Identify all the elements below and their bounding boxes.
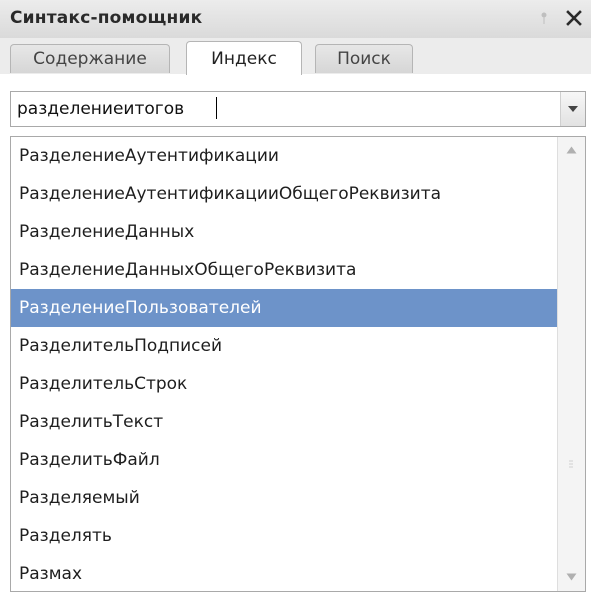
close-icon[interactable] [565, 9, 583, 27]
scroll-up-button[interactable] [558, 137, 585, 164]
list-item[interactable]: РазделениеДанных [11, 213, 558, 251]
tab-index[interactable]: Индекс [186, 41, 302, 75]
list-item[interactable]: РазделениеДанныхОбщегоРеквизита [11, 251, 558, 289]
list-item[interactable]: РазделениеАутентификации [11, 137, 558, 175]
pin-icon[interactable] [541, 10, 547, 24]
list-item[interactable]: Разделять [11, 517, 558, 555]
search-area [0, 74, 591, 134]
list-item[interactable]: РазделительПодписей [11, 327, 558, 365]
list-item[interactable]: РазделитьТекст [11, 403, 558, 441]
vertical-scrollbar[interactable] [557, 137, 585, 591]
list-item[interactable]: РазделительСтрок [11, 365, 558, 403]
index-list-items: РазделениеАутентификации РазделениеАутент… [11, 137, 558, 591]
index-list[interactable]: РазделениеАутентификации РазделениеАутент… [10, 136, 586, 592]
text-caret [216, 97, 217, 119]
dropdown-button[interactable] [560, 92, 585, 126]
scroll-down-arrow-icon [566, 573, 577, 581]
tab-strip: Содержание Индекс Поиск [0, 38, 591, 75]
list-item-selected[interactable]: РазделениеПользователей [11, 289, 558, 327]
title-bar: Синтакс-помощник [0, 0, 591, 39]
search-input[interactable] [17, 98, 547, 120]
list-item[interactable]: Разделяемый [11, 479, 558, 517]
scroll-thumb[interactable] [562, 437, 580, 497]
window-title: Синтакс-помощник [10, 8, 203, 28]
tab-search[interactable]: Поиск [315, 44, 413, 73]
list-item[interactable]: Размах [11, 555, 558, 591]
scroll-grip-icon [569, 460, 573, 468]
list-item[interactable]: РазделитьФайл [11, 441, 558, 479]
syntax-helper-window: Синтакс-помощник Содержание Индекс Поиск [0, 0, 591, 598]
scroll-up-arrow-icon [566, 146, 577, 154]
search-combobox[interactable] [10, 91, 586, 127]
tab-contents[interactable]: Содержание [10, 44, 170, 73]
scroll-down-button[interactable] [558, 564, 585, 591]
chevron-down-icon [568, 106, 578, 112]
list-item[interactable]: РазделениеАутентификацииОбщегоРеквизита [11, 175, 558, 213]
